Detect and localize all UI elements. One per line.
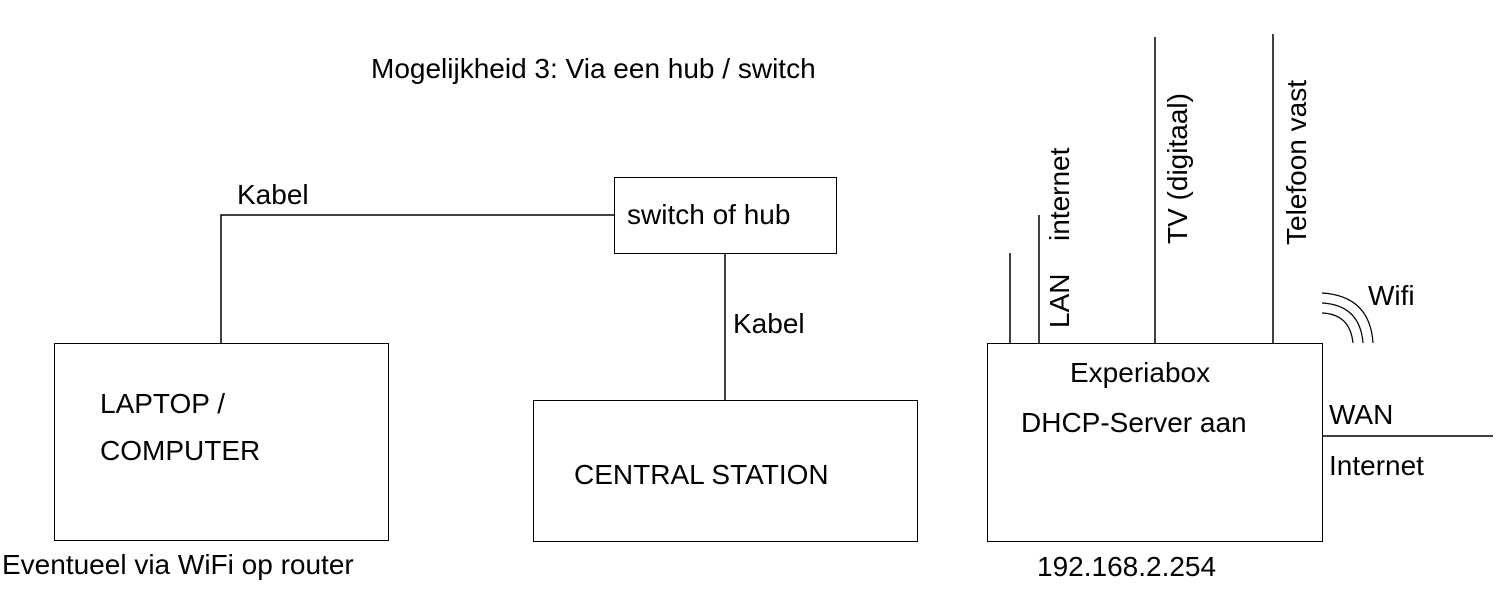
port-label-lan: LAN [1044,273,1075,328]
cable-label-switch-central: Kabel [733,308,805,339]
port-label-tv: TV (digitaal) [1162,93,1193,244]
wan-label: WAN [1329,399,1394,430]
port-label-telefoon: Telefoon vast [1281,80,1312,245]
diagram-title: Mogelijkheid 3: Via een hub / switch [371,53,816,84]
experiabox-label-line1: Experiabox [1070,357,1211,388]
experiabox-ip: 192.168.2.254 [1037,551,1217,582]
cable-laptop-switch [220,214,614,343]
cable-label-laptop-switch: Kabel [237,179,309,210]
wan-internet-label: Internet [1329,450,1424,481]
switch-label: switch of hub [627,199,791,230]
wifi-icon [1321,292,1374,344]
laptop-label-line1: LAPTOP / [100,388,226,419]
central-station-label: CENTRAL STATION [574,459,829,490]
experiabox-label-line2: DHCP-Server aan [1021,407,1247,438]
laptop-note: Eventueel via WiFi op router [2,549,354,580]
wifi-label: Wifi [1368,280,1415,311]
laptop-label-line2: COMPUTER [100,435,261,466]
port-label-internet: internet [1044,147,1075,241]
